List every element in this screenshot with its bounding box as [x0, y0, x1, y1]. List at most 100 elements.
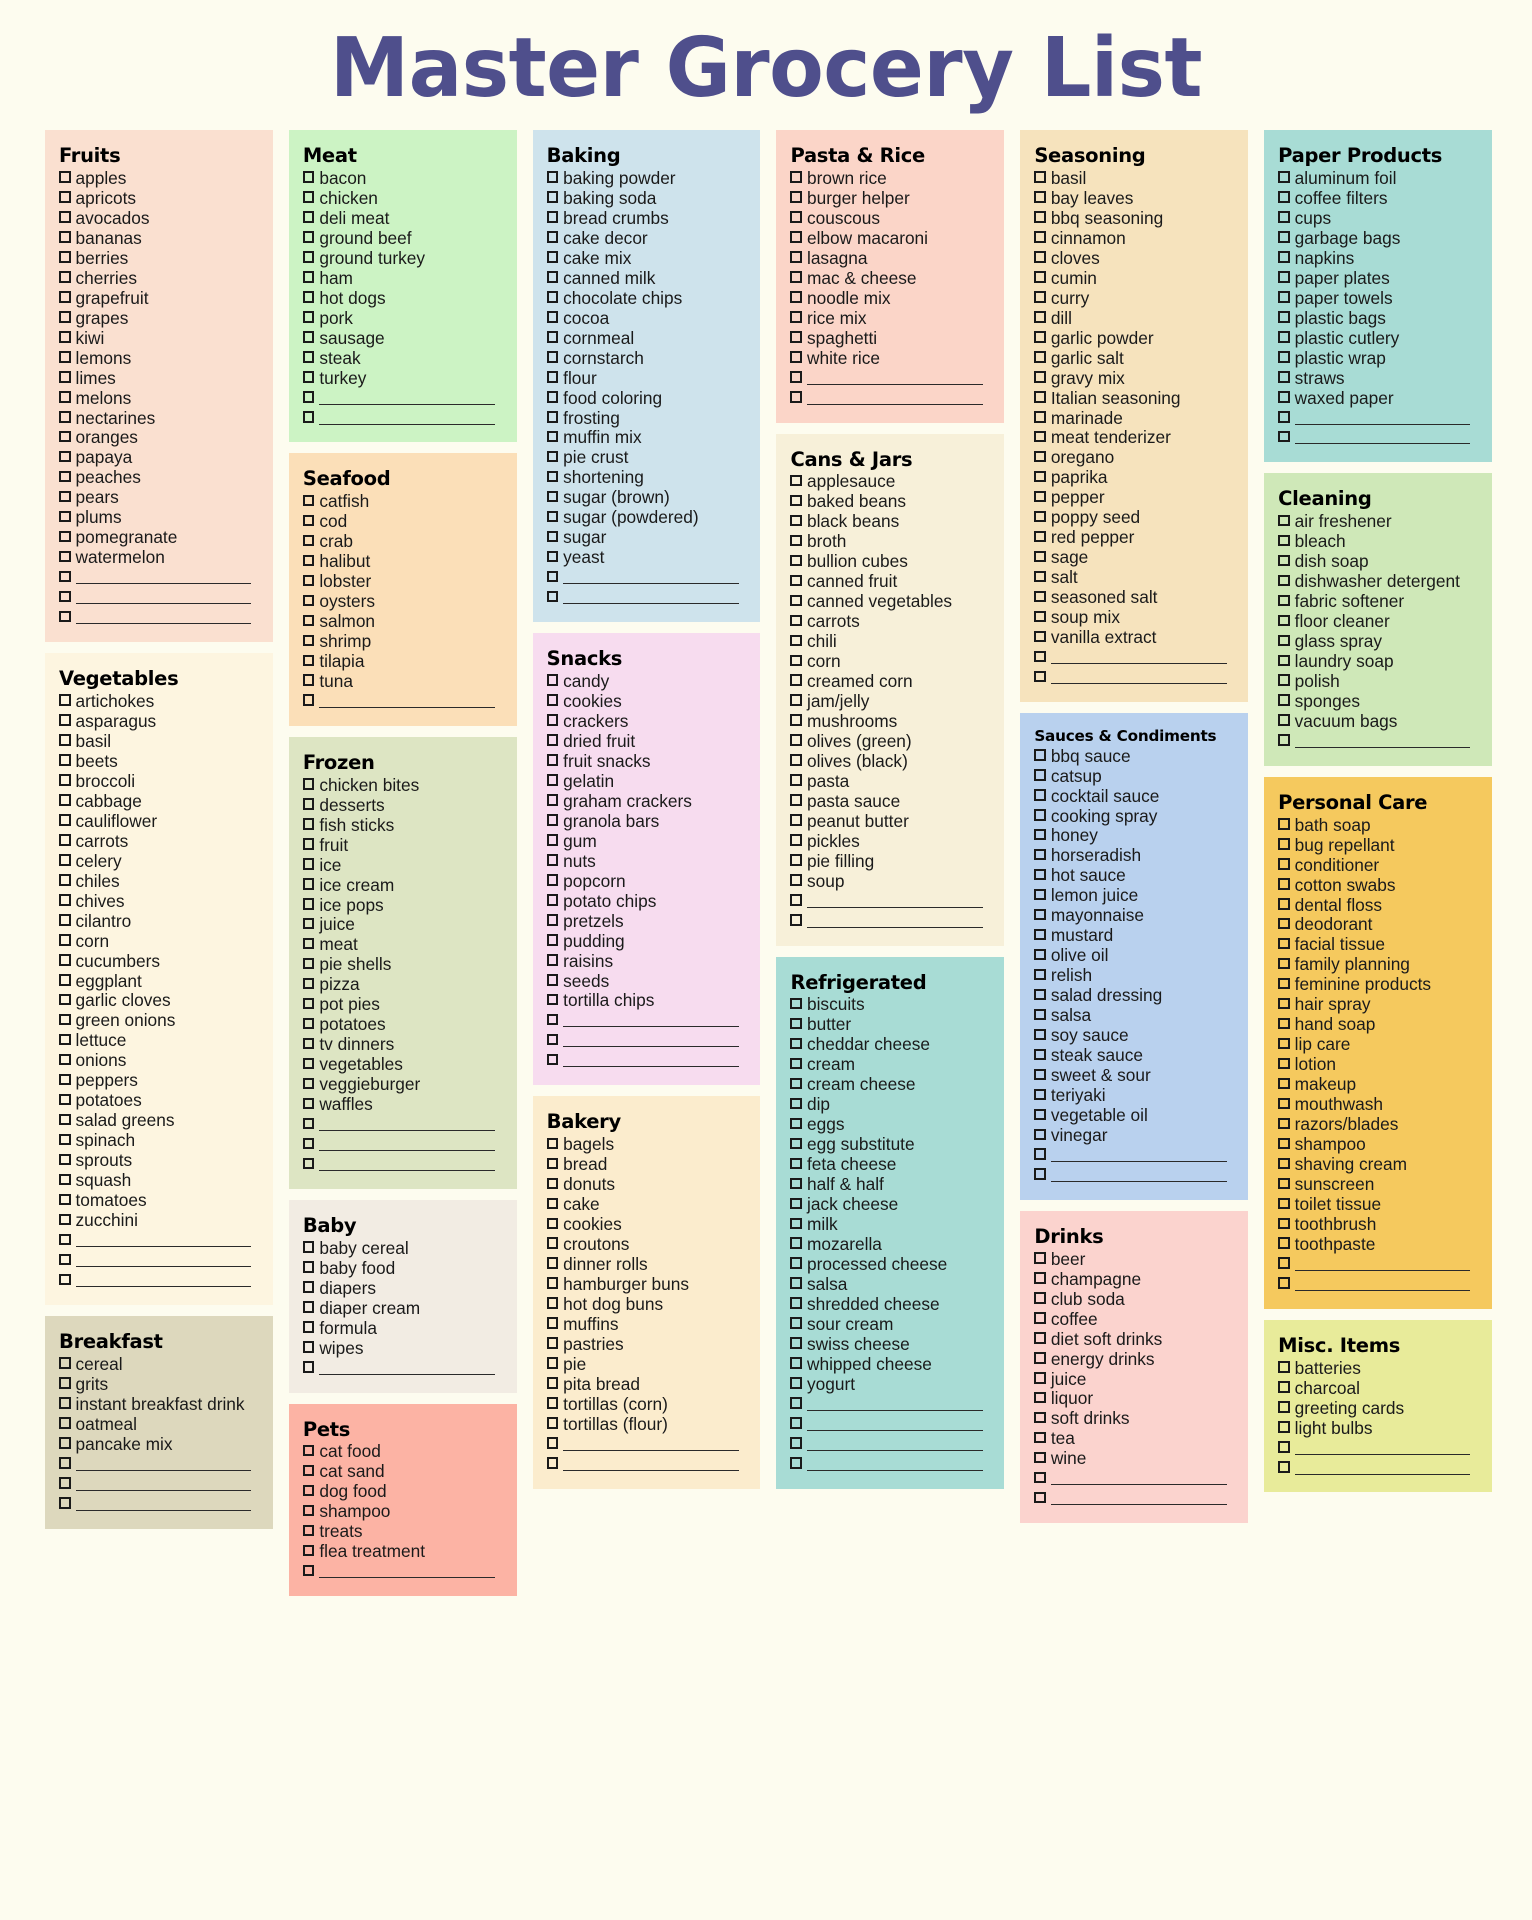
checkbox-icon[interactable]	[790, 1417, 802, 1429]
checkbox-icon[interactable]	[1278, 1421, 1290, 1433]
list-item[interactable]: shampoo	[302, 1501, 505, 1522]
checkbox-icon[interactable]	[59, 450, 71, 463]
checkbox-icon[interactable]	[1278, 1361, 1290, 1373]
list-item[interactable]: frosting	[546, 408, 749, 429]
list-item[interactable]: plums	[59, 507, 261, 528]
checkbox-icon[interactable]	[59, 1233, 71, 1246]
checkbox-icon[interactable]	[302, 1564, 315, 1577]
checkbox-icon[interactable]	[1278, 534, 1290, 547]
list-item[interactable]: nuts	[546, 851, 749, 872]
list-item[interactable]: cake mix	[546, 248, 749, 269]
checkbox-icon[interactable]	[1278, 898, 1290, 910]
checkbox-icon[interactable]	[1034, 670, 1046, 683]
checkbox-icon[interactable]	[1278, 1037, 1290, 1050]
list-item[interactable]: peppers	[59, 1070, 261, 1091]
write-in-rule[interactable]	[75, 1255, 252, 1268]
checkbox-icon[interactable]	[1034, 1048, 1046, 1061]
checkbox-icon[interactable]	[1278, 251, 1290, 263]
checkbox-icon[interactable]	[546, 570, 559, 583]
list-item[interactable]: Italian seasoning	[1034, 388, 1236, 409]
list-item[interactable]: turkey	[302, 368, 505, 389]
list-item[interactable]: cereal	[59, 1354, 261, 1375]
checkbox-icon[interactable]	[546, 874, 559, 886]
list-item[interactable]: steak sauce	[1034, 1045, 1236, 1066]
checkbox-icon[interactable]	[302, 858, 315, 870]
checkbox-icon[interactable]	[1278, 1401, 1290, 1413]
blank-write-in-line[interactable]	[790, 389, 992, 409]
list-item[interactable]: poppy seed	[1034, 507, 1236, 528]
checkbox-icon[interactable]	[59, 854, 71, 866]
checkbox-icon[interactable]	[790, 231, 802, 243]
checkbox-icon[interactable]	[790, 494, 802, 507]
list-item[interactable]: salt	[1034, 567, 1236, 588]
list-item[interactable]: treats	[302, 1521, 505, 1542]
checkbox-icon[interactable]	[790, 854, 802, 866]
checkbox-icon[interactable]	[546, 734, 559, 746]
checkbox-icon[interactable]	[546, 411, 559, 423]
checkbox-icon[interactable]	[790, 1097, 802, 1110]
list-item[interactable]: basil	[1034, 168, 1236, 189]
checkbox-icon[interactable]	[1034, 749, 1046, 761]
checkbox-icon[interactable]	[59, 411, 71, 423]
checkbox-icon[interactable]	[302, 614, 315, 627]
checkbox-icon[interactable]	[546, 1053, 559, 1066]
list-item[interactable]: broth	[790, 531, 992, 552]
write-in-rule[interactable]	[563, 1035, 739, 1048]
checkbox-icon[interactable]	[1034, 888, 1046, 901]
checkbox-icon[interactable]	[59, 391, 71, 403]
list-item[interactable]: light bulbs	[1278, 1418, 1480, 1439]
list-item[interactable]: salmon	[302, 611, 505, 632]
write-in-rule[interactable]	[319, 1139, 496, 1152]
list-item[interactable]: eggs	[790, 1114, 992, 1135]
checkbox-icon[interactable]	[1034, 988, 1046, 1001]
checkbox-icon[interactable]	[59, 271, 71, 283]
list-item[interactable]: cat food	[302, 1441, 505, 1462]
checkbox-icon[interactable]	[302, 937, 315, 950]
blank-write-in-line[interactable]	[1034, 1146, 1236, 1166]
list-item[interactable]: noodle mix	[790, 288, 992, 309]
list-item[interactable]: dip	[790, 1094, 992, 1115]
checkbox-icon[interactable]	[790, 894, 802, 906]
list-item[interactable]: fish sticks	[302, 815, 505, 836]
list-item[interactable]: seeds	[546, 971, 749, 992]
checkbox-icon[interactable]	[302, 1321, 315, 1333]
checkbox-icon[interactable]	[1278, 654, 1290, 666]
list-item[interactable]: club soda	[1034, 1289, 1236, 1310]
list-item[interactable]: grapes	[59, 308, 261, 329]
checkbox-icon[interactable]	[546, 171, 559, 183]
list-item[interactable]: squash	[59, 1170, 261, 1191]
list-item[interactable]: sage	[1034, 547, 1236, 568]
blank-write-in-line[interactable]	[790, 912, 992, 932]
checkbox-icon[interactable]	[1034, 231, 1046, 243]
list-item[interactable]: air freshener	[1278, 511, 1480, 532]
checkbox-icon[interactable]	[1034, 391, 1046, 403]
checkbox-icon[interactable]	[546, 1357, 559, 1369]
checkbox-icon[interactable]	[302, 231, 315, 243]
blank-write-in-line[interactable]	[790, 1455, 992, 1475]
list-item[interactable]: graham crackers	[546, 791, 749, 812]
list-item[interactable]: muffins	[546, 1314, 749, 1335]
blank-write-in-line[interactable]	[1278, 428, 1480, 448]
checkbox-icon[interactable]	[790, 1297, 802, 1309]
checkbox-icon[interactable]	[1278, 977, 1290, 990]
list-item[interactable]: candy	[546, 671, 749, 692]
list-item[interactable]: cucumbers	[59, 951, 261, 972]
list-item[interactable]: cloves	[1034, 248, 1236, 269]
checkbox-icon[interactable]	[1034, 211, 1046, 223]
list-item[interactable]: pasta	[790, 771, 992, 792]
list-item[interactable]: coffee	[1034, 1309, 1236, 1330]
checkbox-icon[interactable]	[790, 634, 802, 647]
list-item[interactable]: zucchini	[59, 1210, 261, 1231]
list-item[interactable]: bagels	[546, 1134, 749, 1155]
list-item[interactable]: greeting cards	[1278, 1398, 1480, 1419]
checkbox-icon[interactable]	[1034, 1451, 1046, 1464]
list-item[interactable]: chives	[59, 891, 261, 912]
list-item[interactable]: tilapia	[302, 651, 505, 672]
checkbox-icon[interactable]	[790, 574, 802, 587]
checkbox-icon[interactable]	[546, 1337, 559, 1349]
checkbox-icon[interactable]	[302, 1341, 315, 1353]
checkbox-icon[interactable]	[1034, 1108, 1046, 1121]
checkbox-icon[interactable]	[546, 450, 559, 463]
list-item[interactable]: cookies	[546, 1214, 749, 1235]
checkbox-icon[interactable]	[790, 834, 802, 846]
